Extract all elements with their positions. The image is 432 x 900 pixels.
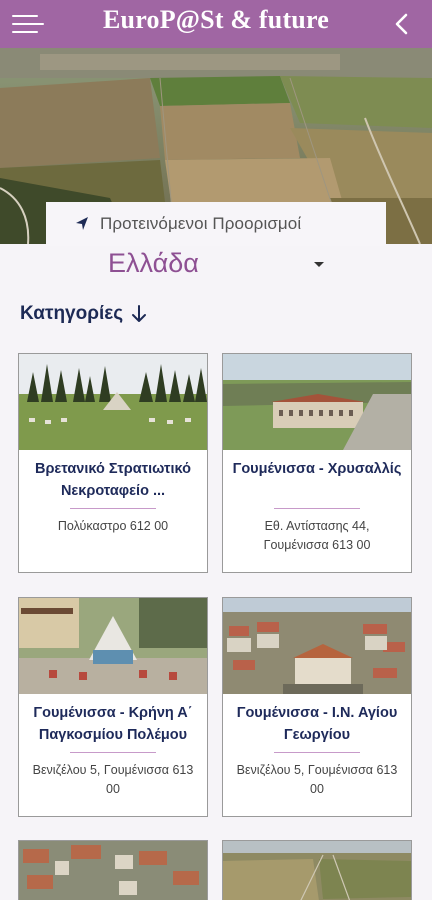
place-title: Γουμένισσα - Ι.Ν. Αγίου Γεωργίου bbox=[236, 705, 398, 743]
place-card[interactable]: Γουμένισσα - Χρυσαλλίς Εθ. Αντίστασης 44… bbox=[222, 353, 412, 573]
app-title: EuroP@St & future bbox=[103, 5, 329, 34]
dropdown-caret-icon bbox=[314, 262, 324, 267]
place-image-building bbox=[223, 354, 411, 450]
card-divider bbox=[70, 752, 156, 753]
chevron-left-icon[interactable] bbox=[390, 12, 414, 36]
country-dropdown[interactable]: Ελλάδα bbox=[108, 246, 324, 282]
hamburger-menu-icon[interactable] bbox=[8, 8, 48, 40]
place-image-church bbox=[223, 598, 411, 694]
place-image-fountain bbox=[19, 598, 207, 694]
place-card[interactable]: Γουμένισσα - Κρήνη Α΄ Παγκοσμίου Πολέμου… bbox=[18, 597, 208, 817]
card-divider bbox=[274, 752, 360, 753]
categories-label: Κατηγορίες bbox=[20, 303, 124, 324]
suggested-destinations-label: Προτεινόμενοι Προορισμοί bbox=[100, 214, 302, 233]
suggested-destinations-tab[interactable]: Προτεινόμενοι Προορισμοί bbox=[46, 202, 386, 246]
place-address: Βενιζέλου 5, Γουμένισσα 613 00 bbox=[236, 763, 398, 796]
place-card[interactable] bbox=[18, 840, 208, 900]
arrow-down-icon bbox=[132, 305, 147, 322]
card-divider bbox=[274, 508, 360, 509]
place-image-town bbox=[19, 841, 207, 900]
place-image-fields bbox=[223, 841, 411, 900]
card-divider bbox=[70, 508, 156, 509]
place-address: Βενιζέλου 5, Γουμένισσα 613 00 bbox=[32, 763, 194, 796]
place-title: Γουμένισσα - Κρήνη Α΄ Παγκοσμίου Πολέμου bbox=[33, 705, 193, 743]
place-image-cemetery bbox=[19, 354, 207, 450]
selected-country: Ελλάδα bbox=[108, 248, 199, 278]
place-address: Πολύκαστρο 612 00 bbox=[57, 519, 169, 533]
place-title: Γουμένισσα - Χρυσαλλίς bbox=[232, 461, 402, 477]
categories-toggle[interactable]: Κατηγορίες bbox=[20, 300, 149, 328]
navigation-arrow-icon bbox=[76, 217, 88, 230]
place-card[interactable]: Γουμένισσα - Ι.Ν. Αγίου Γεωργίου Βενιζέλ… bbox=[222, 597, 412, 817]
place-card[interactable]: Βρετανικό Στρατιωτικό Νεκροταφείο ... Πο… bbox=[18, 353, 208, 573]
place-address: Εθ. Αντίστασης 44, Γουμένισσα 613 00 bbox=[263, 519, 371, 552]
place-card[interactable] bbox=[222, 840, 412, 900]
place-title: Βρετανικό Στρατιωτικό Νεκροταφείο ... bbox=[34, 461, 191, 499]
app-bar: EuroP@St & future bbox=[0, 0, 432, 48]
